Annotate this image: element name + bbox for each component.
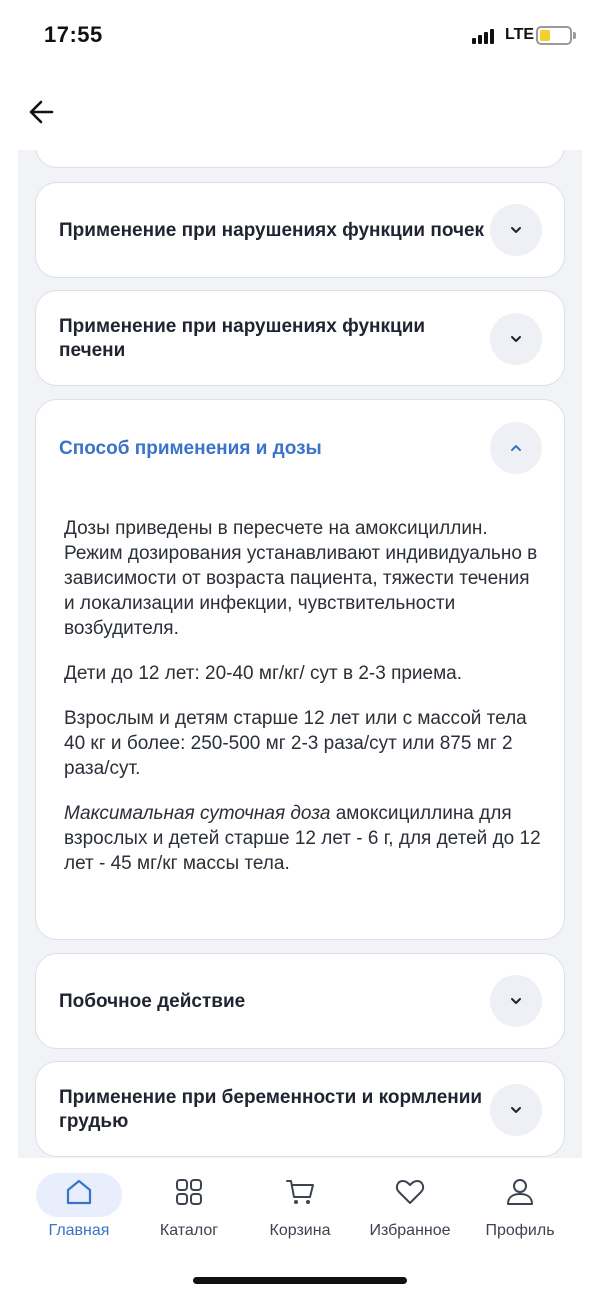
dosage-text: Дозы приведены в пересчете на амоксицилл… [64, 516, 542, 896]
back-button[interactable] [26, 96, 58, 128]
dosage-paragraph: Дозы приведены в пересчете на амоксицилл… [64, 518, 538, 639]
accordion-title: Способ применения и дозы [59, 438, 322, 459]
tab-label: Главная [48, 1222, 110, 1239]
chevron-down-icon [511, 227, 521, 233]
battery-tip [573, 32, 576, 39]
chevron-down-icon [511, 336, 521, 342]
accordion-title-line2: грудью [59, 1111, 129, 1132]
home-icon [66, 1179, 92, 1205]
accordion-card-partial[interactable] [35, 150, 565, 168]
accordion-pregnancy[interactable]: Применение при беременности и кормлении … [35, 1061, 565, 1157]
accordion-dosage[interactable]: Способ применения и дозы Дозы приведены … [35, 399, 565, 940]
tab-label: Каталог [159, 1222, 219, 1239]
max-dose-paragraph: Максимальная суточная доза амоксициллина… [64, 801, 542, 876]
accordion-title-line1: Применение при беременности и кормлении [59, 1087, 483, 1108]
chevron-down-icon [511, 998, 521, 1004]
max-dose-label: Максимальная суточная доза [64, 803, 331, 824]
chevron-up-icon [511, 445, 521, 451]
chevron-down-icon [511, 1107, 521, 1113]
accordion-title: Применение при беременности и кормлении … [59, 1086, 482, 1134]
home-indicator [193, 1277, 407, 1284]
dosage-paragraph: Дети до 12 лет: 20-40 мг/кг/ сут в 2-3 п… [64, 663, 463, 684]
accordion-title: Применение при нарушениях функции почек [59, 220, 485, 241]
header [0, 72, 600, 150]
expand-button[interactable] [490, 975, 542, 1027]
accordion-liver[interactable]: Применение при нарушениях функции печени [35, 290, 565, 386]
status-time: 17:55 [44, 22, 103, 47]
arrow-left-icon [29, 100, 54, 124]
tab-label: Избранное [369, 1222, 451, 1239]
signal-icon [472, 28, 494, 44]
collapse-button[interactable] [490, 422, 542, 474]
tab-label: Профиль [485, 1222, 555, 1239]
accordion-title-line1: Применение при нарушениях функции [59, 316, 426, 337]
accordion-kidney[interactable]: Применение при нарушениях функции почек [35, 182, 565, 278]
battery-icon [536, 26, 572, 45]
dosage-paragraph: Взрослым и детям старше 12 лет или с мас… [64, 708, 527, 779]
expand-button[interactable] [490, 1084, 542, 1136]
heart-icon [395, 1180, 425, 1204]
accordion-title: Побочное действие [59, 991, 246, 1012]
cart-icon [286, 1180, 314, 1204]
tab-profile[interactable]: Профиль [465, 1170, 575, 1250]
expand-button[interactable] [490, 313, 542, 365]
tab-favorites[interactable]: Избранное [355, 1170, 465, 1250]
network-type: LTE [505, 26, 535, 43]
user-icon [507, 1179, 533, 1205]
tab-label: Корзина [269, 1222, 331, 1239]
accordion-title-line2: печени [59, 340, 126, 361]
content-area[interactable]: Применение при нарушениях функции почек … [18, 150, 582, 1158]
tab-catalog[interactable]: Каталог [134, 1170, 244, 1250]
tab-home[interactable]: Главная [24, 1170, 134, 1250]
accordion-side-effects[interactable]: Побочное действие [35, 953, 565, 1049]
accordion-title: Применение при нарушениях функции печени [59, 315, 425, 363]
status-bar: 17:55 LTE [0, 0, 600, 72]
tab-cart[interactable]: Корзина [245, 1170, 355, 1250]
grid-icon [176, 1179, 202, 1205]
expand-button[interactable] [490, 204, 542, 256]
